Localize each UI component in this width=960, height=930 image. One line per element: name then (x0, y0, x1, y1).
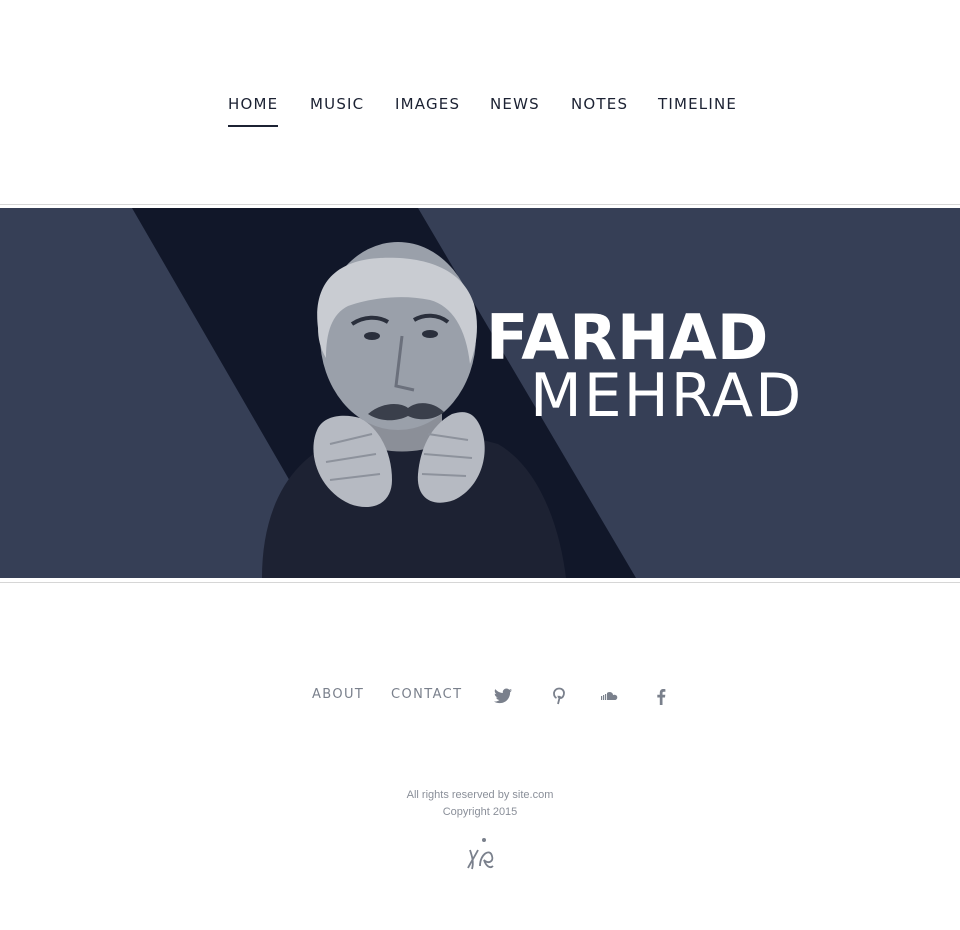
hero-divider (0, 582, 960, 583)
nav-item-images[interactable]: IMAGES (395, 92, 460, 116)
site-logo-icon[interactable] (462, 836, 498, 872)
copyright-text: Copyright 2015 (442, 806, 518, 818)
header-divider (0, 204, 960, 205)
twitter-icon[interactable] (492, 685, 514, 707)
hero-banner: FARHAD MEHRAD (0, 208, 960, 578)
nav-item-home[interactable]: HOME (228, 92, 279, 127)
footer-navigation: ABOUT CONTACT (0, 684, 960, 708)
main-navigation: HOME MUSIC IMAGES NEWS NOTES TIMELINE (0, 92, 960, 132)
pinterest-icon[interactable] (548, 685, 570, 707)
nav-item-news[interactable]: NEWS (490, 92, 540, 116)
facebook-icon[interactable] (650, 685, 672, 707)
hero-artwork (132, 208, 636, 578)
rights-text: All rights reserved by site.com (406, 789, 554, 801)
nav-item-notes[interactable]: NOTES (571, 92, 628, 116)
nav-item-music[interactable]: MUSIC (310, 92, 364, 116)
footer-link-contact[interactable]: CONTACT (391, 684, 462, 706)
nav-item-timeline[interactable]: TIMELINE (658, 92, 737, 116)
soundcloud-icon[interactable] (599, 685, 621, 707)
page: HOME MUSIC IMAGES NEWS NOTES TIMELINE FA… (0, 0, 960, 930)
footer-link-about[interactable]: ABOUT (312, 684, 364, 706)
hero-last-name: MEHRAD (530, 361, 804, 431)
